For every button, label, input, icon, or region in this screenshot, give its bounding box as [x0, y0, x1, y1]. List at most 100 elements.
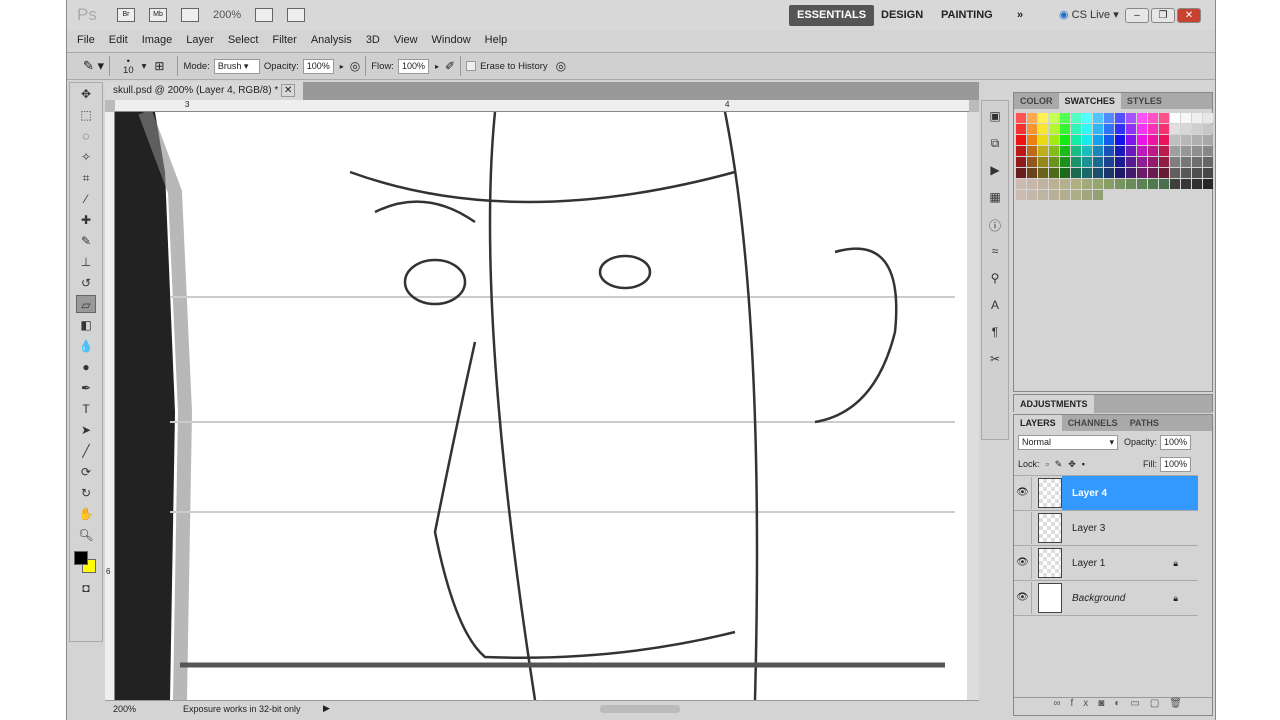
- swatch[interactable]: [1126, 157, 1136, 167]
- swatch[interactable]: [1027, 190, 1037, 200]
- brush-panel-icon[interactable]: ⊞: [154, 59, 164, 73]
- layer-row[interactable]: 👁︎ Layer 4: [1014, 476, 1198, 511]
- mode-select[interactable]: Brush ▾: [213, 58, 260, 74]
- swatch[interactable]: [1115, 157, 1125, 167]
- lasso-tool-icon[interactable]: ◌: [76, 127, 96, 145]
- swatch[interactable]: [1027, 124, 1037, 134]
- minibridge-panel-icon[interactable]: ▣: [986, 109, 1004, 127]
- swatch[interactable]: [1082, 135, 1092, 145]
- zoom-tool-icon[interactable]: 🔍︎: [76, 526, 96, 544]
- swatch[interactable]: [1049, 168, 1059, 178]
- navigator-panel-icon[interactable]: ▦: [986, 190, 1004, 208]
- tab-layers[interactable]: LAYERS: [1014, 415, 1062, 431]
- new-layer-icon[interactable]: ▢: [1150, 698, 1169, 709]
- swatch[interactable]: [1027, 135, 1037, 145]
- clone-source-icon[interactable]: ⚲: [986, 271, 1004, 289]
- menu-edit[interactable]: Edit: [109, 34, 128, 46]
- workspace-painting[interactable]: PAINTING: [933, 5, 1001, 26]
- swatch[interactable]: [1104, 113, 1114, 123]
- swatch[interactable]: [1071, 179, 1081, 189]
- swatch[interactable]: [1027, 113, 1037, 123]
- swatch[interactable]: [1071, 135, 1081, 145]
- menu-3d[interactable]: 3D: [366, 34, 380, 46]
- swatch[interactable]: [1093, 190, 1103, 200]
- swatch[interactable]: [1082, 190, 1092, 200]
- healing-tool-icon[interactable]: ✚: [76, 211, 96, 229]
- 3d-orbit-tool-icon[interactable]: ↻: [76, 484, 96, 502]
- tab-styles[interactable]: STYLES: [1121, 93, 1168, 109]
- swatch[interactable]: [1049, 179, 1059, 189]
- info-panel-icon[interactable]: ⓘ: [986, 217, 1004, 235]
- menu-filter[interactable]: Filter: [272, 34, 296, 46]
- swatch[interactable]: [1137, 124, 1147, 134]
- cs-live-button[interactable]: ◉ CS Live ▾: [1051, 5, 1127, 26]
- new-group-icon[interactable]: ▭: [1130, 698, 1149, 709]
- swatch[interactable]: [1071, 113, 1081, 123]
- swatch[interactable]: [1170, 146, 1180, 156]
- swatch[interactable]: [1159, 146, 1169, 156]
- menu-file[interactable]: File: [77, 34, 95, 46]
- bridge-button[interactable]: Br: [117, 8, 135, 22]
- swatch[interactable]: [1038, 124, 1048, 134]
- swatch[interactable]: [1060, 146, 1070, 156]
- swatch[interactable]: [1016, 146, 1026, 156]
- swatch[interactable]: [1049, 146, 1059, 156]
- swatch[interactable]: [1104, 168, 1114, 178]
- swatch[interactable]: [1104, 157, 1114, 167]
- type-tool-icon[interactable]: T: [76, 400, 96, 418]
- horizontal-scrollbar[interactable]: [599, 704, 680, 713]
- swatch[interactable]: [1016, 179, 1026, 189]
- swatch[interactable]: [1049, 157, 1059, 167]
- shape-tool-icon[interactable]: ╱: [76, 442, 96, 460]
- swatch[interactable]: [1016, 190, 1026, 200]
- swatch[interactable]: [1027, 146, 1037, 156]
- swatch[interactable]: [1159, 113, 1169, 123]
- tablet-opacity-icon[interactable]: ◎: [350, 59, 360, 73]
- swatch[interactable]: [1038, 190, 1048, 200]
- minimize-button[interactable]: –: [1125, 8, 1149, 23]
- eyedropper-tool-icon[interactable]: ⁄: [76, 190, 96, 208]
- add-mask-icon[interactable]: ◙: [1098, 698, 1114, 709]
- vertical-scrollbar[interactable]: [967, 112, 979, 700]
- swatch[interactable]: [1137, 179, 1147, 189]
- swatch[interactable]: [1049, 113, 1059, 123]
- swatch[interactable]: [1159, 168, 1169, 178]
- character-panel-icon[interactable]: A: [986, 298, 1004, 316]
- swatch[interactable]: [1082, 157, 1092, 167]
- opacity-field[interactable]: 100%: [302, 58, 334, 74]
- canvas[interactable]: [115, 112, 967, 700]
- visibility-toggle[interactable]: [1014, 512, 1032, 544]
- status-info[interactable]: Exposure works in 32-bit only: [183, 704, 323, 714]
- swatch[interactable]: [1060, 113, 1070, 123]
- swatch[interactable]: [1038, 113, 1048, 123]
- swatch[interactable]: [1126, 179, 1136, 189]
- workspace-essentials[interactable]: ESSENTIALS: [789, 5, 875, 26]
- swatch[interactable]: [1115, 168, 1125, 178]
- path-select-tool-icon[interactable]: ➤: [76, 421, 96, 439]
- swatch[interactable]: [1203, 157, 1213, 167]
- lock-icons[interactable]: ▫✎✥▪: [1046, 459, 1091, 470]
- view-extras-icon[interactable]: [181, 8, 199, 22]
- swatch[interactable]: [1137, 135, 1147, 145]
- document-tab[interactable]: skull.psd @ 200% (Layer 4, RGB/8) * ✕: [105, 82, 304, 100]
- swatch[interactable]: [1082, 113, 1092, 123]
- swatch[interactable]: [1181, 146, 1191, 156]
- eye-icon[interactable]: 👁︎: [1014, 582, 1032, 614]
- swatch[interactable]: [1126, 124, 1136, 134]
- screen-mode-icon[interactable]: [287, 8, 306, 22]
- swatch[interactable]: [1181, 135, 1191, 145]
- gradient-tool-icon[interactable]: ◧: [76, 316, 96, 334]
- eraser-tool-icon[interactable]: ▱: [76, 295, 96, 313]
- swatch[interactable]: [1192, 113, 1202, 123]
- swatch[interactable]: [1170, 157, 1180, 167]
- swatch[interactable]: [1049, 135, 1059, 145]
- swatch[interactable]: [1071, 146, 1081, 156]
- eraser-tool-preset-icon[interactable]: ✎ ▾: [83, 58, 104, 74]
- history-panel-icon[interactable]: ⧉: [986, 136, 1004, 154]
- swatch[interactable]: [1203, 135, 1213, 145]
- delete-layer-icon[interactable]: 🗑︎: [1169, 698, 1192, 709]
- swatch[interactable]: [1181, 168, 1191, 178]
- maximize-button[interactable]: ❐: [1151, 8, 1175, 23]
- quick-select-tool-icon[interactable]: ✧: [76, 148, 96, 166]
- swatch[interactable]: [1115, 179, 1125, 189]
